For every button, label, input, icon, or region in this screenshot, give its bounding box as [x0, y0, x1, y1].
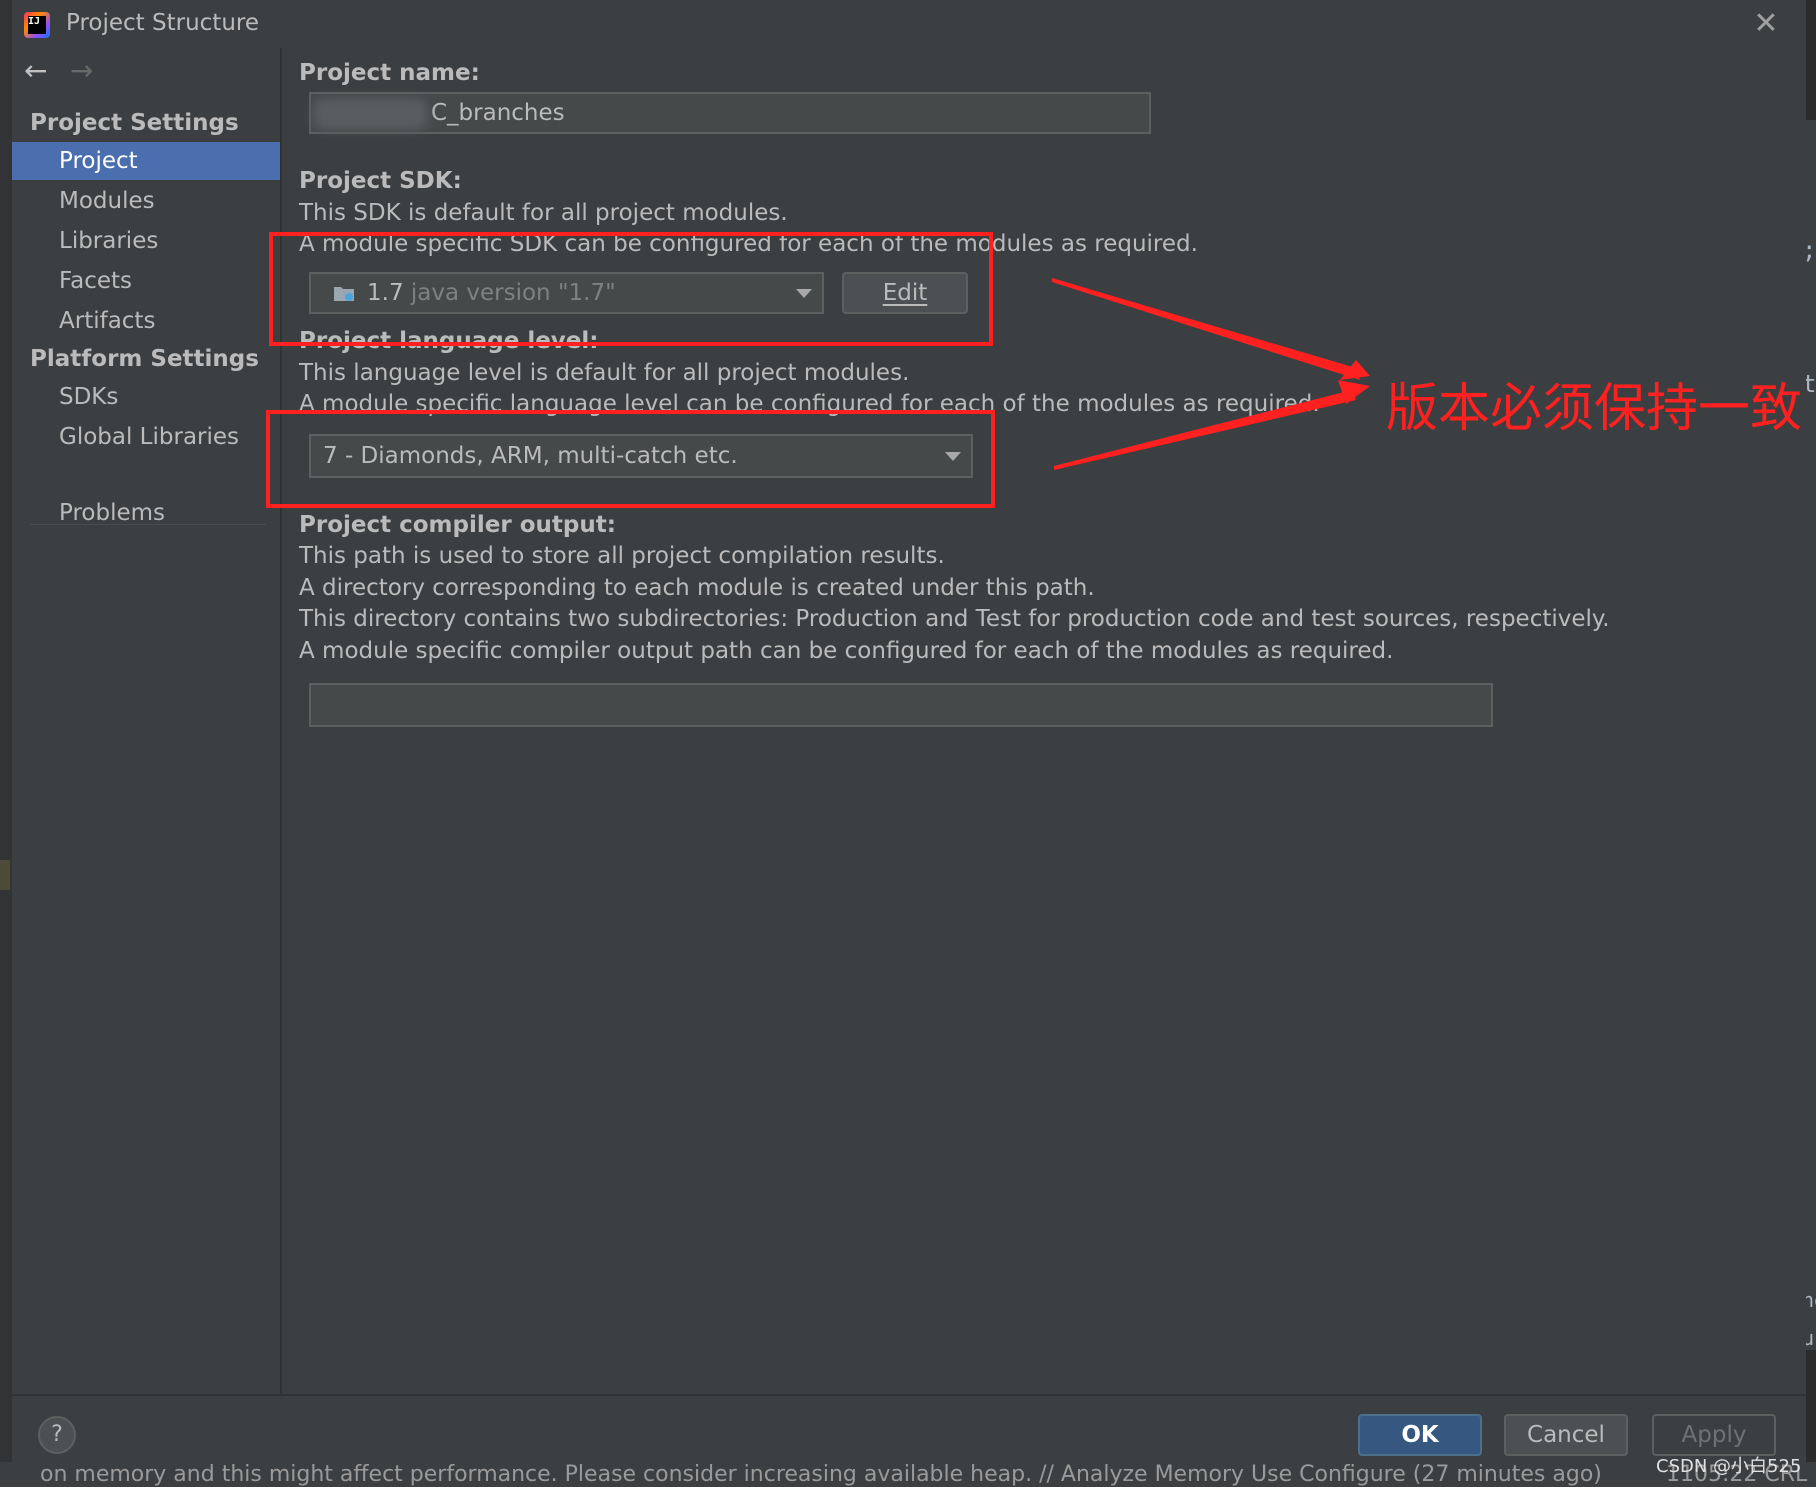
csdn-watermark: CSDN @小白525 — [1656, 1456, 1802, 1477]
annotation-arrow-top — [1052, 278, 1360, 380]
annotation-arrows — [1052, 278, 1370, 470]
annotation-text: 版本必须保持一致 — [1386, 379, 1803, 439]
annotation-arrow-bottom — [1054, 390, 1356, 470]
